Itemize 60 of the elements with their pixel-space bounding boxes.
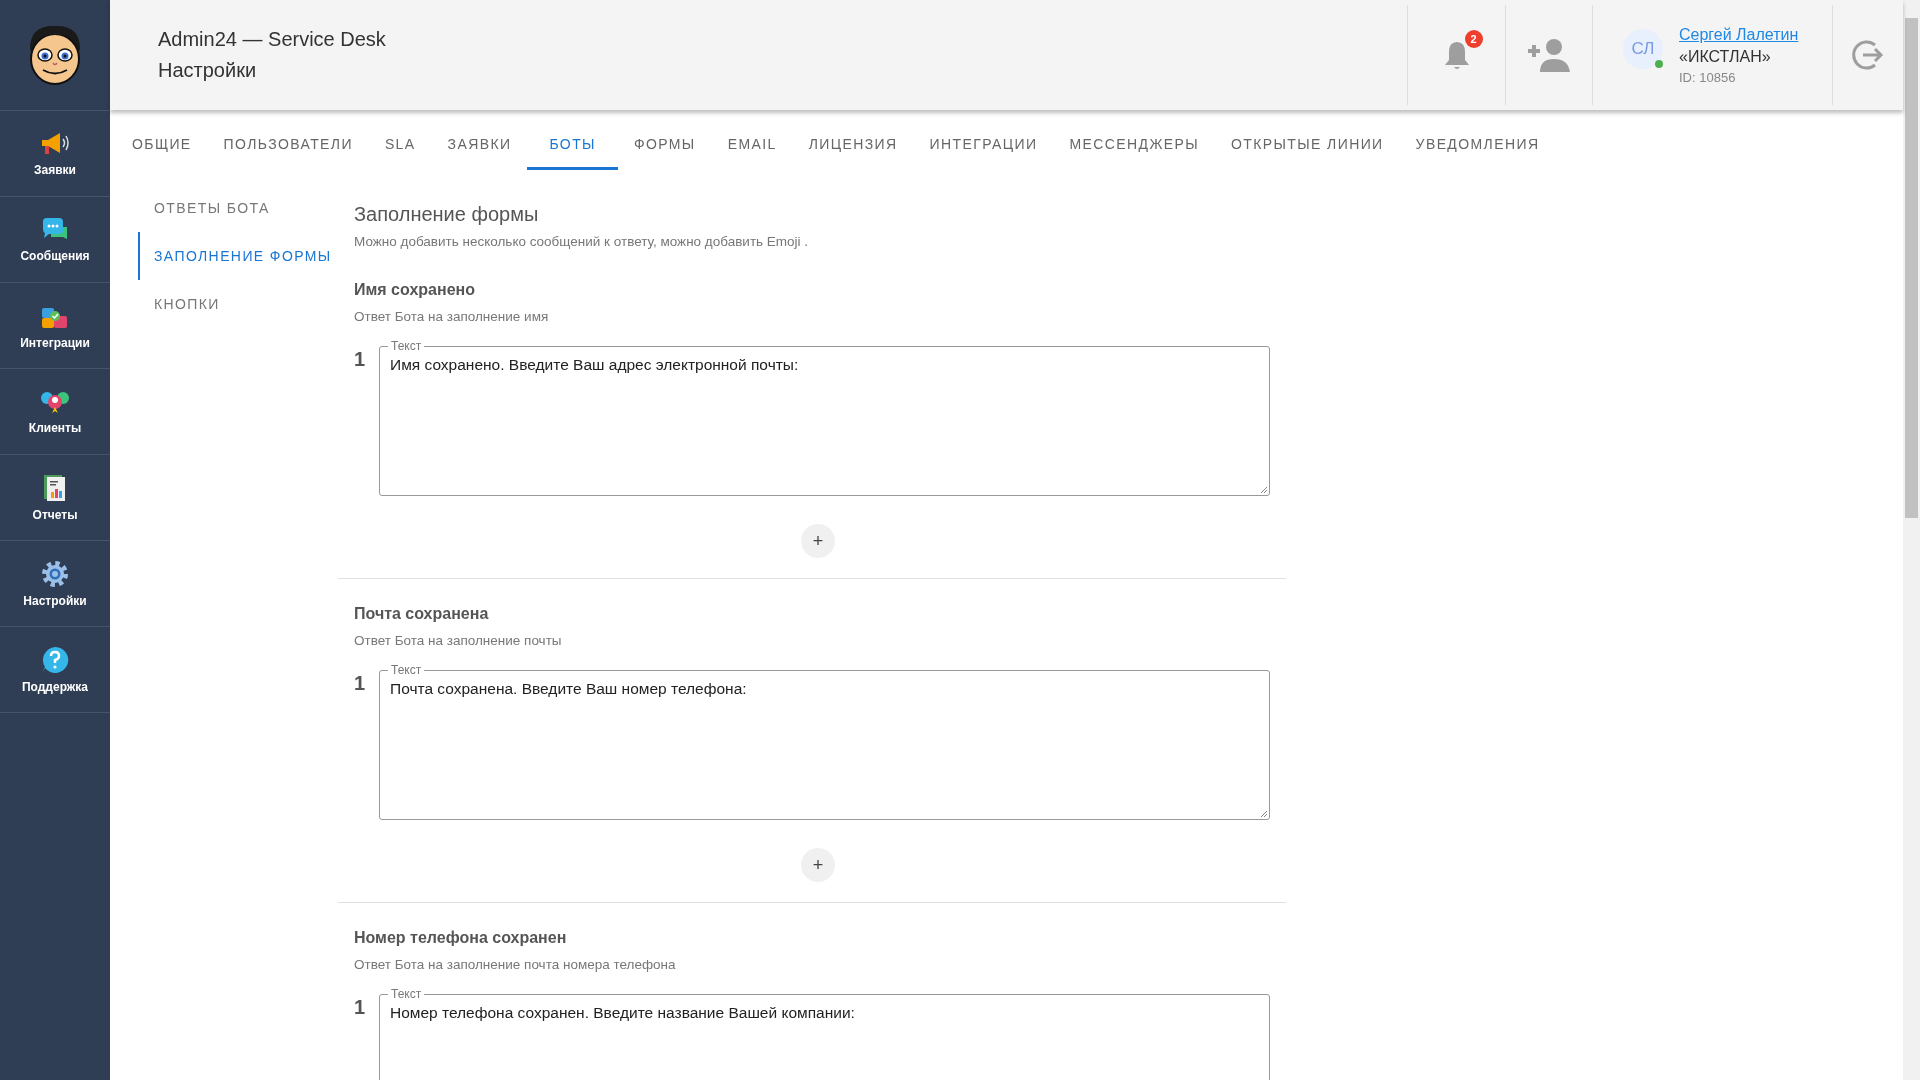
app-title: Admin24 — Service Desk <box>158 28 387 51</box>
subsection-tab[interactable]: ЗАПОЛНЕНИЕ ФОРМЫ <box>138 232 338 280</box>
subsection-tab[interactable]: КНОПКИ <box>138 280 338 328</box>
user-id: ID: 10856 <box>1679 69 1737 85</box>
text-area-field[interactable]: Текст Почта сохранена. Введите Ваш номер телефона: <box>379 664 1270 820</box>
settings-tab[interactable]: ЛИЦЕНЗИЯ <box>792 130 914 170</box>
block-title: Номер телефона сохранен <box>354 929 568 947</box>
message-number: 1 <box>354 995 365 1020</box>
help-icon <box>41 645 69 674</box>
text-area-field[interactable]: Текст Номер телефона сохранен. Введите название Вашей компании: <box>379 988 1270 1080</box>
section-description: Можно добавить несколько сообщений к ответу, можно добавить Emoji . <box>354 234 810 249</box>
resize-grip-icon[interactable] <box>1260 810 1268 818</box>
notification-count: 2 <box>1464 30 1483 48</box>
sidebar-item[interactable]: Сообщения <box>0 197 110 283</box>
settings-tab[interactable]: ОБЩИЕ <box>116 130 208 170</box>
scrollbar[interactable] <box>1903 0 1920 1080</box>
settings-tab[interactable]: МЕССЕНДЖЕРЫ <box>1053 130 1215 170</box>
sidebar-item[interactable]: Поддержка <box>0 627 110 713</box>
settings-tab[interactable]: УВЕДОМЛЕНИЯ <box>1399 130 1556 170</box>
subsection-tab[interactable]: ОТВЕТЫ БОТА <box>138 184 338 232</box>
add-message-button[interactable]: + <box>801 848 835 882</box>
settings-tab[interactable]: ИНТЕГРАЦИИ <box>913 130 1054 170</box>
sidebar-item[interactable]: Настройки <box>0 541 110 627</box>
sidebar-item[interactable]: Интеграции <box>0 283 110 369</box>
sidebar-item[interactable]: Клиенты <box>0 369 110 455</box>
block-title: Почта сохранена <box>354 605 490 623</box>
megaphone-icon <box>40 130 70 157</box>
message-number: 1 <box>354 347 365 372</box>
block-hint: Ответ Бота на заполнение почты <box>354 633 563 648</box>
settings-tab[interactable]: ЗАЯВКИ <box>431 130 528 170</box>
settings-icon <box>41 559 69 588</box>
sidebar-item[interactable]: Отчеты <box>0 455 110 541</box>
page-title: Настройки <box>158 59 258 82</box>
field-value: Имя сохранено. Введите Ваш адрес электронной почты: <box>390 356 799 373</box>
field-label: Текст <box>390 664 423 676</box>
block-hint: Ответ Бота на заполнение почта номера телефона <box>354 957 677 972</box>
settings-tab[interactable]: EMAIL <box>711 130 793 170</box>
add-user-icon[interactable] <box>1526 38 1572 72</box>
block-title: Имя сохранено <box>354 281 476 299</box>
user-avatar: СЛ <box>1623 29 1663 69</box>
resize-grip-icon[interactable] <box>1260 486 1268 494</box>
report-chart-icon <box>42 473 68 502</box>
settings-tab[interactable]: ПОЛЬЗОВАТЕЛИ <box>207 130 369 170</box>
message-number: 1 <box>354 671 365 696</box>
logout-icon[interactable] <box>1851 38 1885 72</box>
settings-tab[interactable]: БОТЫ <box>527 130 618 170</box>
sidebar-item[interactable]: Заявки <box>0 111 110 197</box>
field-value: Номер телефона сохранен. Введите название Вашей компании: <box>390 1004 855 1021</box>
user-name-link[interactable]: Сергей Лалетин <box>1679 25 1799 44</box>
text-area-field[interactable]: Текст Имя сохранено. Введите Ваш адрес электронной почты: <box>379 340 1270 496</box>
field-label: Текст <box>390 340 423 352</box>
settings-tab[interactable]: ФОРМЫ <box>617 130 712 170</box>
section-title: Заполнение формы <box>354 203 540 226</box>
settings-tab[interactable]: SLA <box>368 130 432 170</box>
block-hint: Ответ Бота на заполнение имя <box>354 309 550 324</box>
add-message-button[interactable]: + <box>801 524 835 558</box>
settings-tab[interactable]: ОТКРЫТЫЕ ЛИНИИ <box>1215 130 1400 170</box>
field-value: Почта сохранена. Введите Ваш номер телефона: <box>390 680 747 697</box>
field-label: Текст <box>390 988 423 1000</box>
company-name: «ИКСТЛАН» <box>1679 47 1772 66</box>
